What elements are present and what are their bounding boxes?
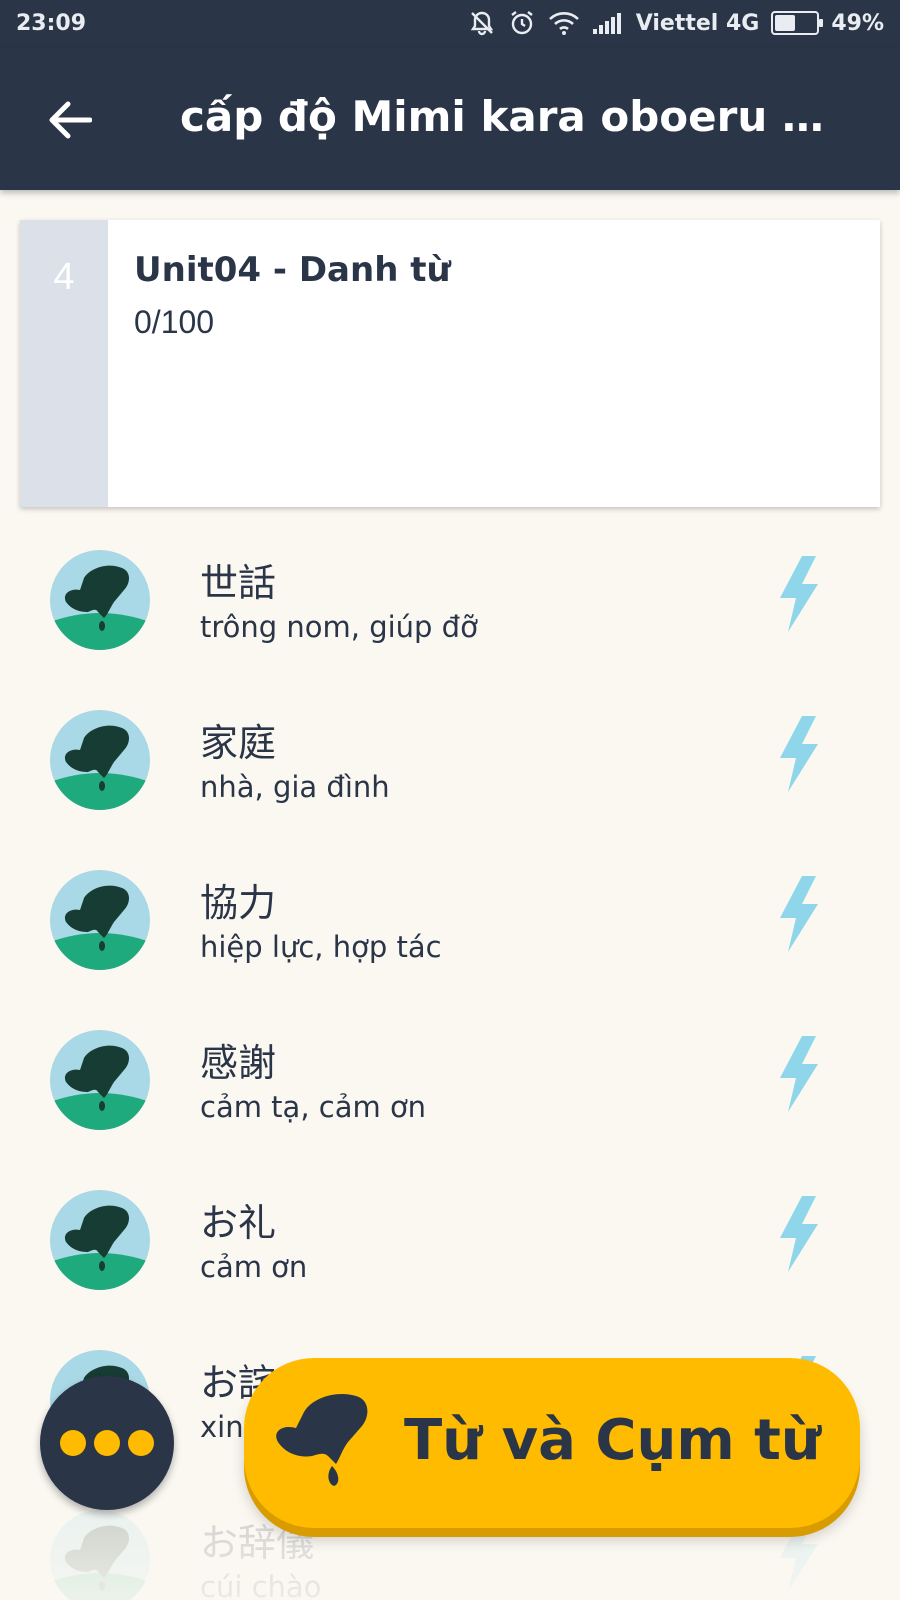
word-meaning: hiệp lực, hợp tác: [200, 930, 442, 964]
status-icons: Viettel 4G 49%: [468, 9, 884, 37]
word-term: 協力: [200, 881, 277, 925]
lightning-icon[interactable]: [776, 716, 820, 792]
word-meaning: nhà, gia đình: [200, 770, 390, 804]
more-dots-icon: [94, 1430, 120, 1456]
list-item[interactable]: 協力 hiệp lực, hợp tác: [0, 860, 900, 1020]
word-meaning: cúi chào: [200, 1570, 322, 1600]
planting-hand-icon: [50, 1190, 150, 1290]
word-term: 感謝: [200, 1041, 277, 1085]
planting-hand-icon: [50, 1030, 150, 1130]
more-button[interactable]: [40, 1376, 174, 1510]
battery-level: [775, 15, 795, 31]
wifi-icon: [548, 10, 580, 36]
planting-hand-icon: [276, 1393, 368, 1486]
planting-hand-icon: [50, 710, 150, 810]
word-meaning: cảm tạ, cảm ơn: [200, 1090, 427, 1124]
unit-number: 4: [20, 220, 108, 507]
battery-percent: 49%: [831, 10, 884, 36]
word-meaning: cảm ơn: [200, 1250, 308, 1284]
app-bar: cấp độ Mimi kara oboeru N3 ...: [0, 48, 900, 190]
signal-icon: [592, 11, 624, 35]
arrow-left-icon: [49, 101, 92, 139]
planting-hand-icon: [50, 870, 150, 970]
alarm-icon: [508, 9, 536, 37]
word-term: 家庭: [200, 721, 277, 765]
carrier-label: Viettel 4G: [635, 10, 760, 36]
lightning-icon[interactable]: [776, 556, 820, 632]
page-title: cấp độ Mimi kara oboeru N3 ...: [180, 92, 850, 141]
list-item[interactable]: 世話 trông nom, giúp đỡ: [0, 540, 900, 700]
list-item[interactable]: お礼 cảm ơn: [0, 1180, 900, 1340]
unit-card[interactable]: 4 Unit04 - Danh từ 0/100: [20, 220, 880, 507]
status-bar: 23:09 Viettel 4G 49%: [0, 0, 900, 48]
bell-off-icon: [468, 9, 496, 37]
more-dots-icon: [60, 1430, 86, 1456]
learn-words-label: Từ và Cụm từ: [404, 1408, 821, 1473]
learn-words-button[interactable]: Từ và Cụm từ: [244, 1358, 860, 1528]
status-time: 23:09: [16, 11, 87, 36]
word-meaning: trông nom, giúp đỡ: [200, 610, 478, 644]
lightning-icon[interactable]: [776, 1196, 820, 1272]
planting-hand-icon: [50, 1510, 150, 1600]
lightning-icon[interactable]: [776, 876, 820, 952]
unit-info: Unit04 - Danh từ 0/100: [108, 220, 477, 507]
back-button[interactable]: [40, 92, 100, 148]
more-dots-icon: [128, 1430, 154, 1456]
list-item[interactable]: 感謝 cảm tạ, cảm ơn: [0, 1020, 900, 1180]
unit-title: Unit04 - Danh từ: [134, 250, 451, 290]
planting-hand-icon: [50, 550, 150, 650]
word-term: お礼: [200, 1201, 277, 1245]
battery-icon: [771, 11, 824, 35]
lightning-icon[interactable]: [776, 1036, 820, 1112]
list-item[interactable]: 家庭 nhà, gia đình: [0, 700, 900, 860]
unit-progress: 0/100: [134, 304, 215, 340]
word-term: 世話: [200, 561, 277, 605]
